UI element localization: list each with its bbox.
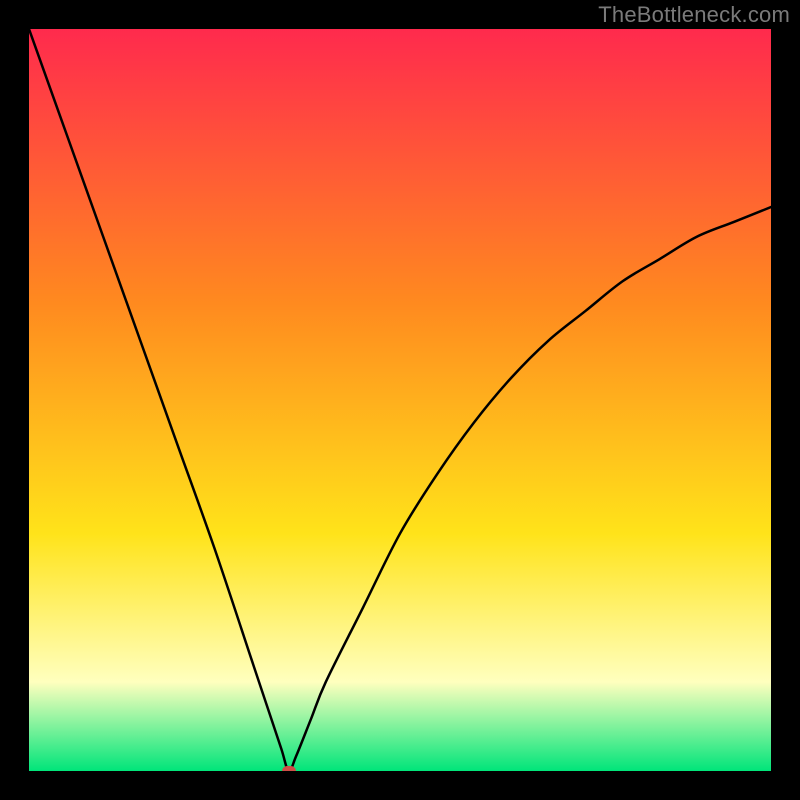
watermark-text: TheBottleneck.com (598, 2, 790, 28)
gradient-background (29, 29, 771, 771)
chart-frame: TheBottleneck.com (0, 0, 800, 800)
optimal-point-marker (282, 766, 296, 771)
chart-svg (29, 29, 771, 771)
plot-area (29, 29, 771, 771)
